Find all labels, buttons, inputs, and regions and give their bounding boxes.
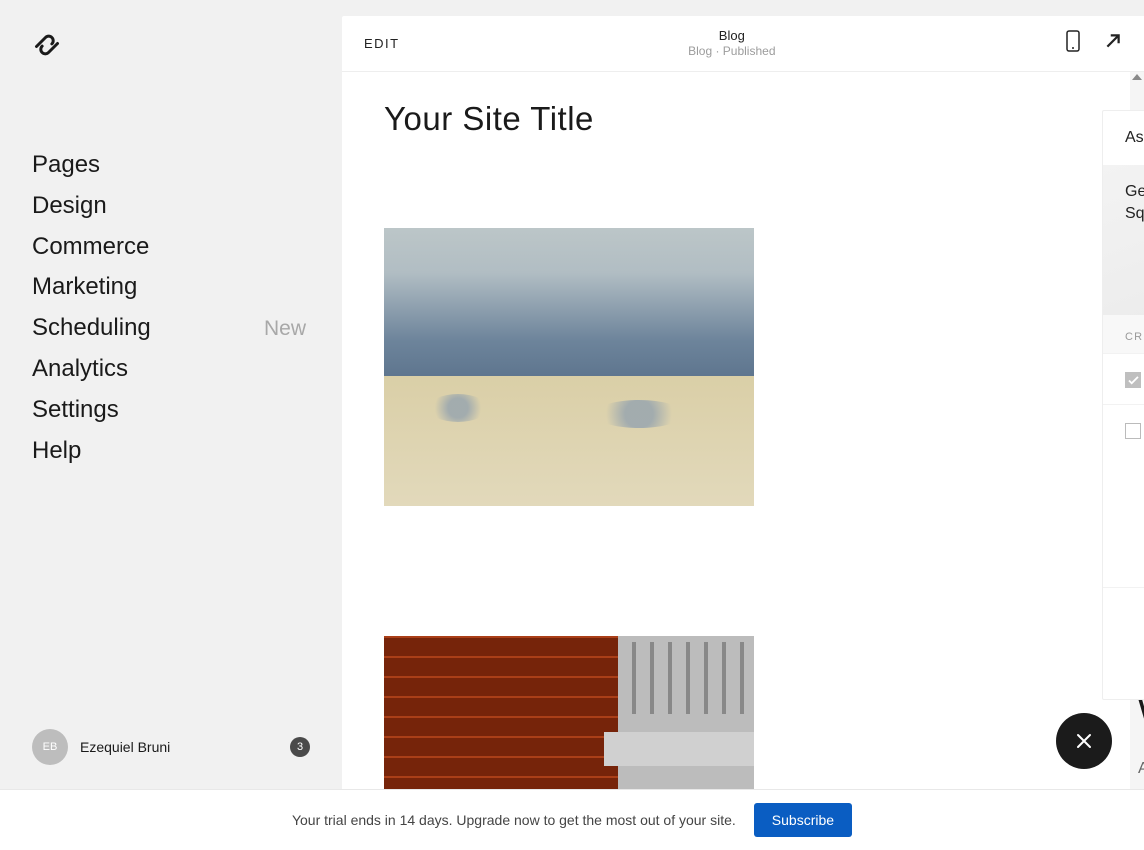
edit-button[interactable]: EDIT	[364, 36, 400, 51]
user-avatar[interactable]: EB	[32, 729, 68, 765]
blog-image-2[interactable]	[384, 636, 754, 789]
sidebar-item-settings[interactable]: Settings	[32, 396, 342, 425]
blog-post-preview: Walkabout Angles and architecture. Lorem	[1138, 692, 1144, 782]
page-title: Blog	[688, 28, 775, 44]
app-root: Pages Design Commerce Marketing Scheduli…	[0, 0, 1144, 789]
task-start-trial[interactable]: Start Your Trial	[1103, 353, 1144, 404]
close-icon	[1075, 732, 1093, 750]
sidebar-item-analytics[interactable]: Analytics	[32, 355, 342, 384]
scroll-up-icon[interactable]	[1132, 74, 1142, 80]
sidebar-item-pages[interactable]: Pages	[32, 151, 342, 180]
checkbox-unchecked-icon	[1125, 423, 1141, 439]
close-assistant-button[interactable]	[1056, 713, 1112, 769]
sidebar-footer: EB Ezequiel Bruni 3	[32, 729, 310, 765]
trial-banner-text: Your trial ends in 14 days. Upgrade now …	[292, 812, 736, 828]
notification-count-badge[interactable]: 3	[290, 737, 310, 757]
subscribe-button[interactable]: Subscribe	[754, 803, 852, 837]
sidebar: Pages Design Commerce Marketing Scheduli…	[0, 0, 342, 789]
task-include-site-title[interactable]: Include Site Title or Logo Your site tit…	[1103, 404, 1144, 588]
page-title-block: Blog Blog · Published	[688, 28, 775, 59]
sidebar-item-design[interactable]: Design	[32, 192, 342, 221]
assistant-title: Assistant	[1125, 129, 1144, 147]
trial-banner: Your trial ends in 14 days. Upgrade now …	[0, 789, 1144, 850]
sidebar-item-scheduling[interactable]: Scheduling New	[32, 314, 342, 343]
sidebar-item-commerce[interactable]: Commerce	[32, 233, 342, 262]
page-subtitle: Blog · Published	[688, 44, 775, 59]
sidebar-nav: Pages Design Commerce Marketing Scheduli…	[0, 151, 342, 465]
preview-topbar: EDIT Blog Blog · Published	[342, 16, 1144, 72]
blog-image-1[interactable]	[384, 228, 754, 506]
checkbox-checked-icon	[1125, 372, 1141, 388]
assistant-hero-title: Get Started With Squarespace	[1125, 181, 1144, 224]
preview-body: Your Site Title Walkabout Angles and arc…	[342, 72, 1144, 789]
sidebar-item-marketing[interactable]: Marketing	[32, 273, 342, 302]
open-external-icon[interactable]	[1104, 30, 1122, 57]
site-title: Your Site Title	[384, 100, 1144, 138]
squarespace-logo-icon	[32, 30, 342, 65]
new-badge: New	[264, 316, 306, 341]
assistant-hero: Get Started With Squarespace	[1103, 165, 1144, 315]
assistant-header: Assistant •••	[1103, 111, 1144, 165]
preview-pane: EDIT Blog Blog · Published Your Site Tit…	[342, 16, 1144, 789]
user-name: Ezequiel Bruni	[80, 739, 278, 755]
mobile-preview-icon[interactable]	[1064, 30, 1082, 57]
assistant-panel: Assistant ••• Get Started With Squarespa…	[1102, 110, 1144, 700]
blog-post-excerpt: Angles and architecture. Lorem	[1138, 757, 1144, 782]
assistant-section-label: CREATE YOUR SITE	[1103, 315, 1144, 353]
sidebar-item-help[interactable]: Help	[32, 437, 342, 466]
